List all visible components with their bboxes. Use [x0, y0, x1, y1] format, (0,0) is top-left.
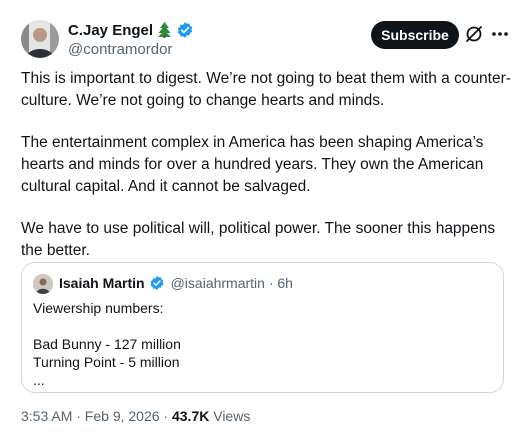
quoted-author-photo: [33, 274, 53, 294]
quoted-post-text: Viewership numbers: Bad Bunny - 127 mill…: [33, 299, 181, 389]
author-photo: [21, 20, 59, 58]
quoted-line: ...: [33, 372, 45, 388]
author-display-name[interactable]: C.Jay Engel: [68, 21, 194, 39]
subscribe-button[interactable]: Subscribe: [371, 21, 459, 49]
verified-badge-icon: [177, 22, 193, 38]
author-name-text: C.Jay Engel: [68, 21, 154, 39]
post-meta: 3:53 AM · Feb 9, 2026 · 43.7K Views: [21, 408, 250, 424]
views-count: 43.7K: [171, 408, 210, 424]
post-paragraph: This is important to digest. We’re not g…: [21, 70, 511, 109]
quoted-author-name[interactable]: Isaiah Martin @isaiahrmartin · 6h: [59, 275, 293, 291]
pine-tree-icon: [158, 22, 172, 38]
quoted-handle-time: @isaiahrmartin · 6h: [170, 275, 293, 291]
more-dots-icon[interactable]: [490, 24, 510, 44]
quoted-author-avatar[interactable]: [33, 274, 53, 294]
post-body: This is important to digest. We’re not g…: [21, 68, 513, 282]
post-paragraph: The entertainment complex in America has…: [21, 134, 484, 195]
quoted-name-text: Isaiah Martin: [59, 275, 145, 291]
author-handle[interactable]: @contramordor: [68, 41, 172, 58]
grok-icon[interactable]: [464, 24, 484, 44]
verified-badge-icon: [150, 276, 164, 290]
quoted-line: Bad Bunny - 127 million: [33, 336, 181, 352]
quoted-line: Viewership numbers:: [33, 300, 164, 316]
post-paragraph: We have to use political will, political…: [21, 220, 496, 259]
quoted-post-card[interactable]: Isaiah Martin @isaiahrmartin · 6h Viewer…: [21, 262, 504, 393]
author-avatar[interactable]: [21, 20, 59, 58]
quoted-line-spacer: [33, 317, 181, 335]
post-timestamp[interactable]: 3:53 AM · Feb 9, 2026 ·: [21, 408, 172, 424]
views-label: Views: [209, 408, 251, 424]
quoted-line: Turning Point - 5 million: [33, 354, 180, 370]
